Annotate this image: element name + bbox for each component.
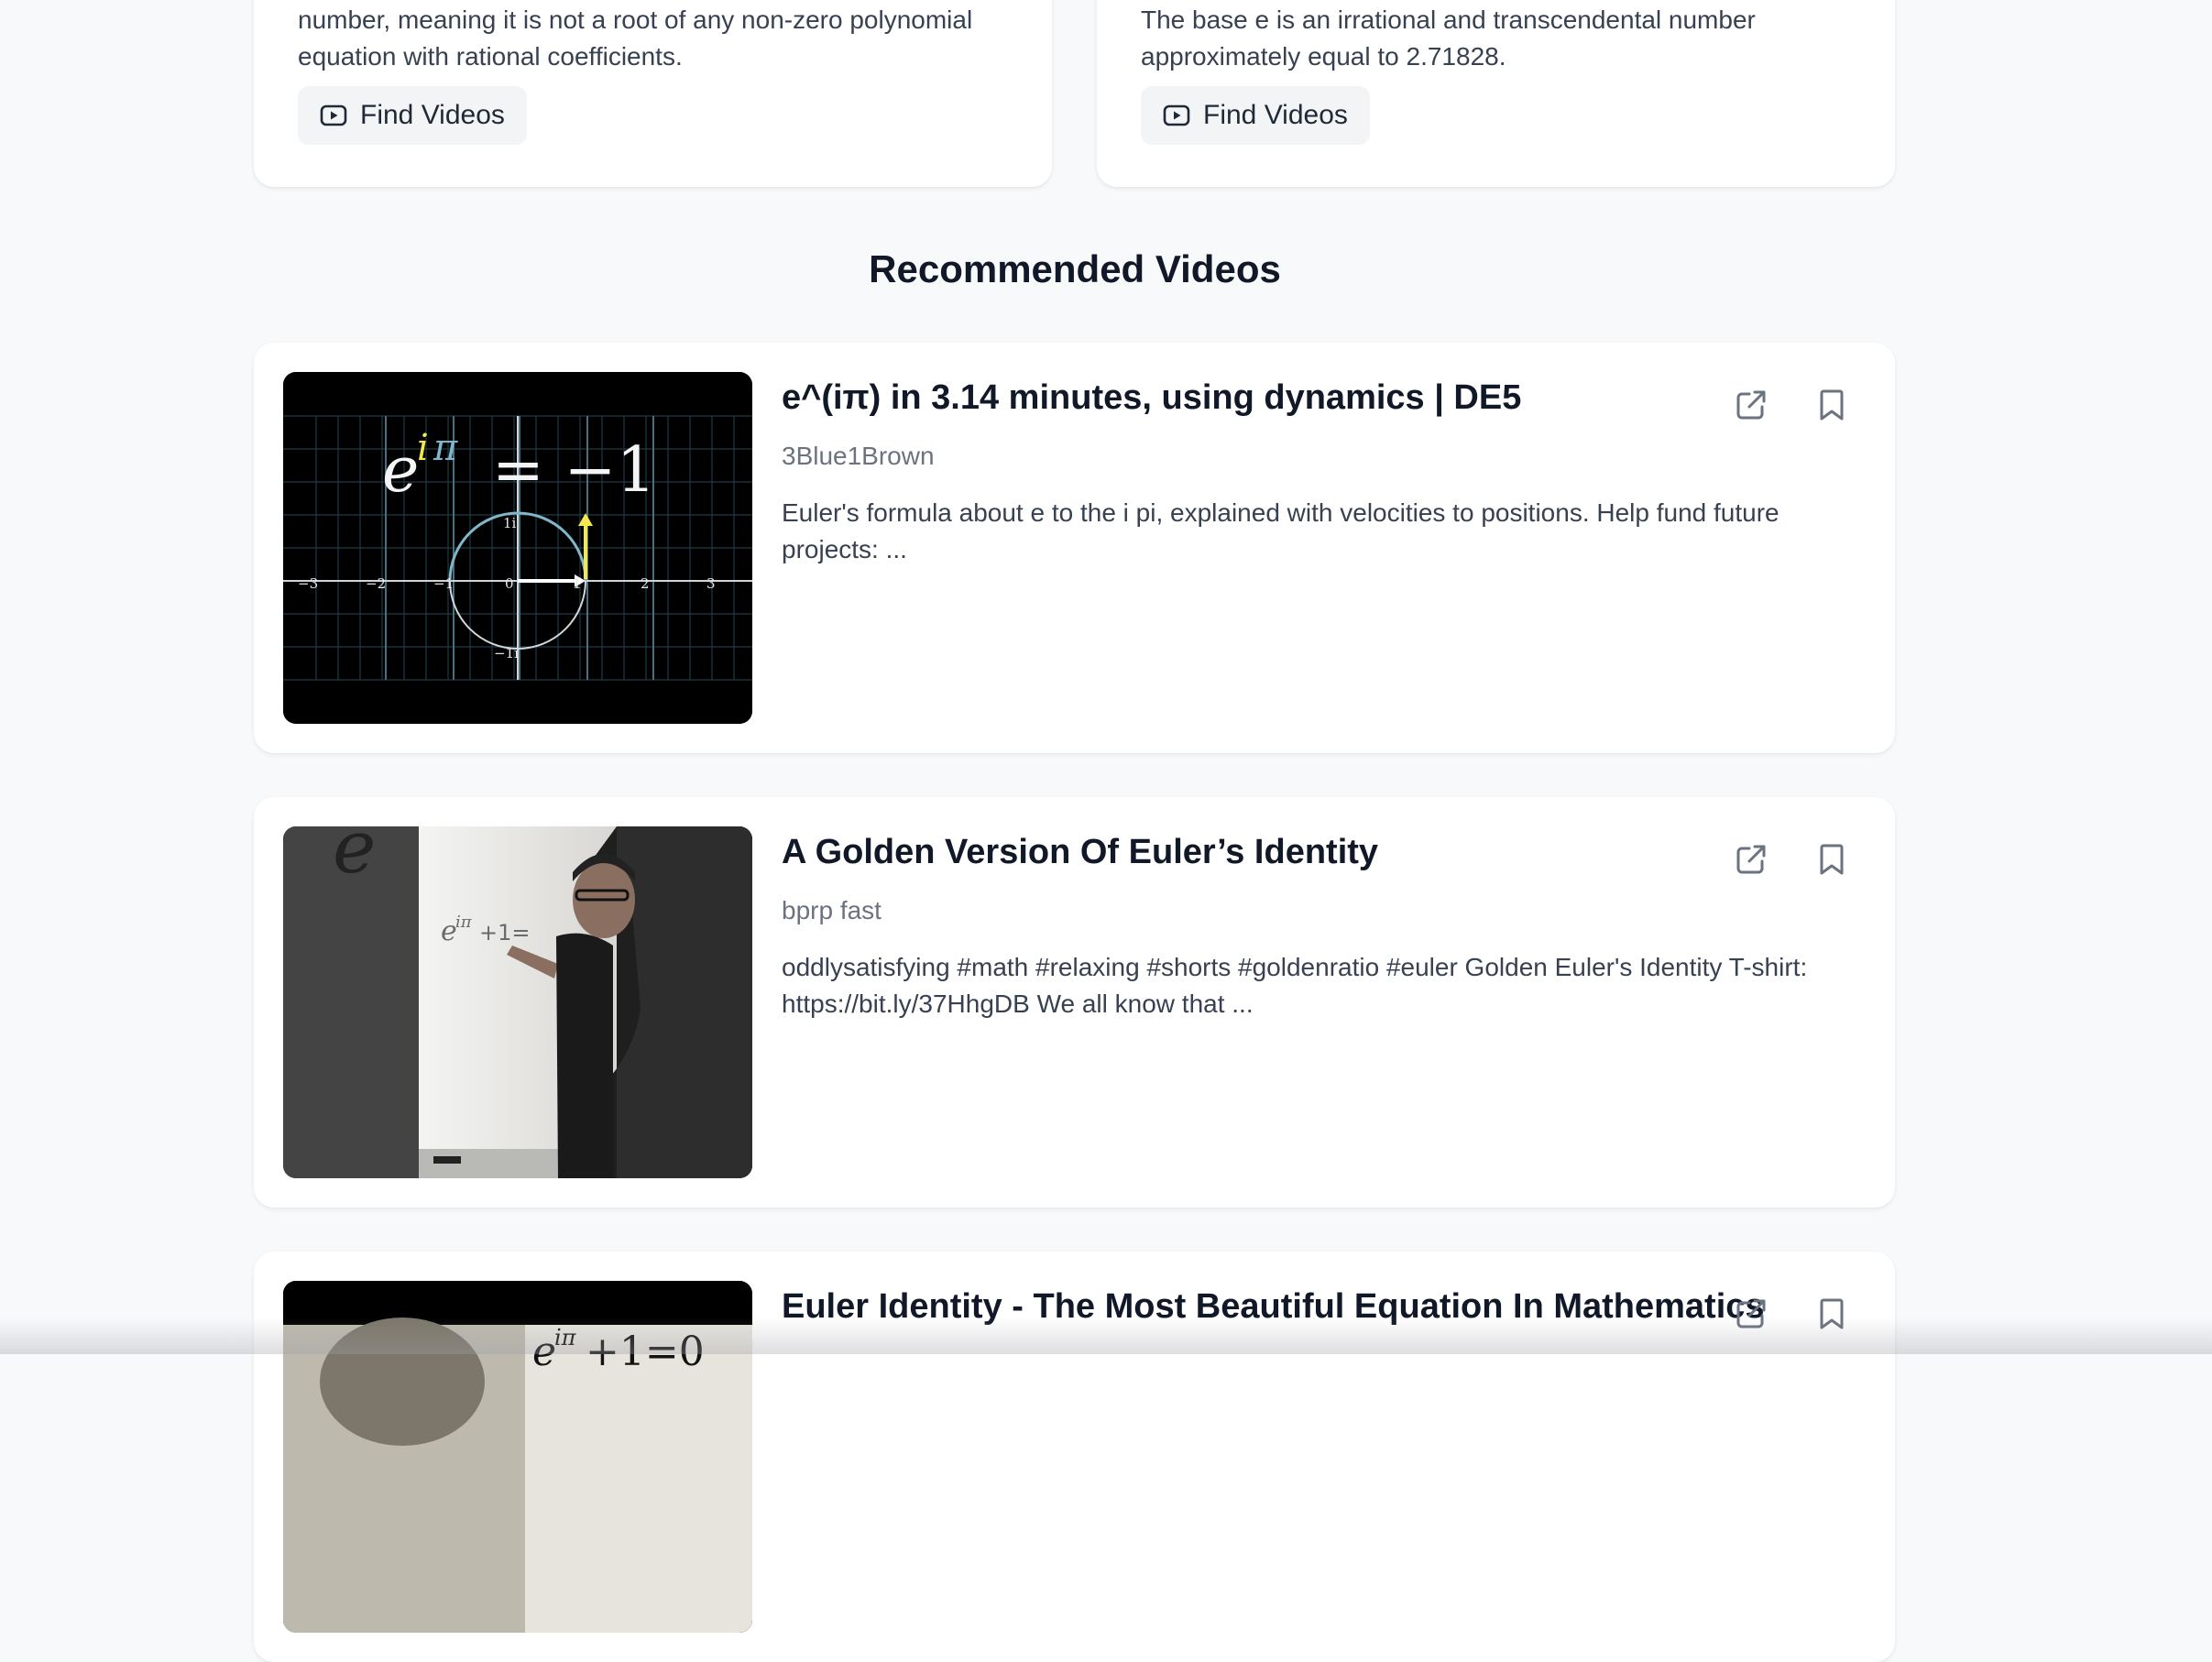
external-link-icon: [1736, 1299, 1766, 1329]
svg-text:e: e: [532, 1329, 556, 1375]
euler-formula-thumbnail-image: −3 −2 −1 0 1 2 3 1i −1i e i π = −1: [283, 372, 752, 724]
whiteboard-thumbnail-image: e e iπ +1=: [283, 826, 752, 1178]
svg-text:e: e: [382, 434, 419, 507]
open-video-button[interactable]: [1725, 1288, 1777, 1339]
bookmark-video-button[interactable]: [1806, 1288, 1857, 1339]
svg-text:−1: −1: [433, 575, 454, 592]
video-card[interactable]: e e iπ +1= A Golden Version Of Euler’s I…: [254, 797, 1895, 1208]
svg-text:+1=0: +1=0: [586, 1329, 705, 1375]
svg-text:−3: −3: [298, 575, 318, 592]
svg-text:2: 2: [641, 575, 650, 592]
svg-text:−1i: −1i: [494, 645, 519, 662]
bookmark-video-button[interactable]: [1806, 834, 1857, 885]
euler-identity-thumbnail-image: e iπ +1=0: [283, 1281, 752, 1633]
section-title: Recommended Videos: [869, 247, 1281, 290]
concept-card: The base e is an irrational and transcen…: [1097, 0, 1895, 187]
svg-text:= −1: = −1: [492, 434, 656, 507]
svg-text:−2: −2: [366, 575, 386, 592]
svg-text:π: π: [433, 427, 458, 469]
video-thumbnail[interactable]: e e iπ +1=: [283, 826, 752, 1178]
video-play-icon: [1163, 104, 1190, 126]
concept-description-line: approximately equal to 2.71828.: [1141, 42, 1506, 71]
video-thumbnail[interactable]: −3 −2 −1 0 1 2 3 1i −1i e i π = −1: [283, 372, 752, 724]
video-description: Euler's formula about e to the i pi, exp…: [782, 498, 1779, 563]
bookmark-icon: [1820, 389, 1844, 421]
video-channel: bprp fast: [782, 896, 882, 924]
video-play-icon: [320, 104, 347, 126]
svg-text:1i: 1i: [503, 515, 517, 531]
video-thumbnail[interactable]: e iπ +1=0: [283, 1281, 752, 1633]
concept-card: number, meaning it is not a root of any …: [254, 0, 1052, 187]
find-videos-label: Find Videos: [360, 100, 505, 130]
concept-description-line: equation with rational coefficients.: [298, 42, 683, 71]
bookmark-icon: [1820, 1298, 1844, 1329]
video-description: oddlysatisfying #math #relaxing #shorts …: [782, 953, 1808, 1018]
svg-text:i: i: [417, 427, 429, 469]
bookmark-video-button[interactable]: [1806, 379, 1857, 431]
open-video-button[interactable]: [1725, 379, 1777, 431]
find-videos-label: Find Videos: [1203, 100, 1348, 130]
open-video-button[interactable]: [1725, 834, 1777, 885]
video-card[interactable]: −3 −2 −1 0 1 2 3 1i −1i e i π = −1 e^(iπ) in 3…: [254, 343, 1895, 753]
svg-text:e: e: [333, 826, 376, 890]
concept-description-line: number, meaning it is not a root of any …: [298, 5, 973, 34]
svg-text:+1=: +1=: [479, 920, 531, 946]
svg-text:iπ: iπ: [554, 1325, 577, 1350]
svg-text:iπ: iπ: [455, 913, 473, 932]
svg-text:0: 0: [505, 575, 514, 592]
video-channel: 3Blue1Brown: [782, 442, 935, 470]
bookmark-icon: [1820, 844, 1844, 875]
svg-text:3: 3: [706, 575, 716, 592]
find-videos-button[interactable]: Find Videos: [298, 86, 527, 145]
video-title[interactable]: A Golden Version Of Euler’s Identity: [782, 830, 1698, 874]
video-title[interactable]: Euler Identity - The Most Beautiful Equa…: [782, 1285, 1765, 1329]
svg-text:1: 1: [573, 575, 582, 592]
concept-description-line: The base e is an irrational and transcen…: [1141, 5, 1756, 34]
external-link-icon: [1736, 845, 1766, 874]
external-link-icon: [1736, 390, 1766, 420]
video-card[interactable]: e iπ +1=0 Euler Identity - The Most Beau…: [254, 1252, 1895, 1662]
find-videos-button[interactable]: Find Videos: [1141, 86, 1370, 145]
video-title[interactable]: e^(iπ) in 3.14 minutes, using dynamics |…: [782, 376, 1698, 420]
